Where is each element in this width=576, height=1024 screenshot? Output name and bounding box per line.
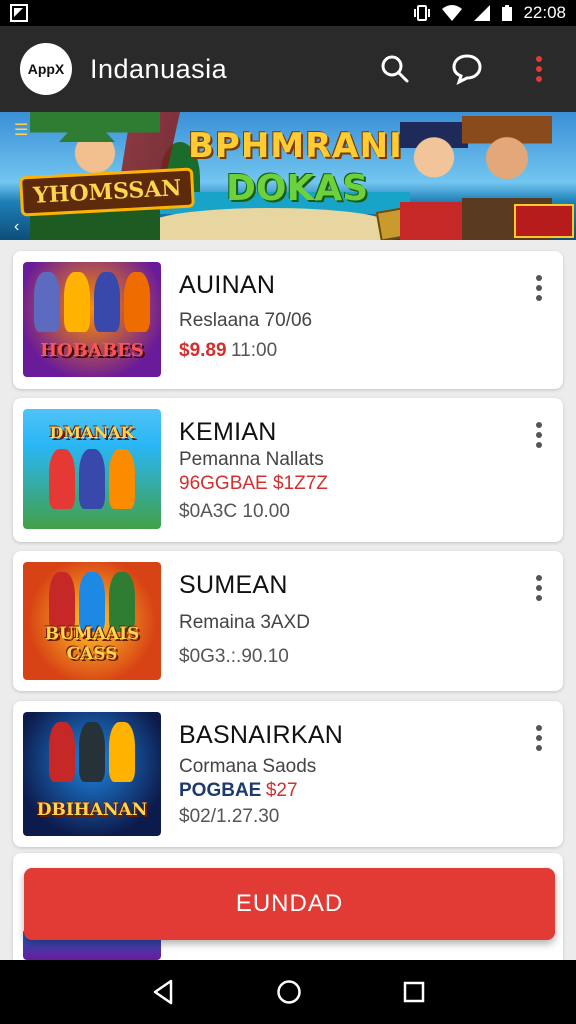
thumbnail-title: BUMAAIS CASS [44,624,140,664]
card-more-icon[interactable] [533,575,545,601]
game-subtitle: Remaina 3AXD [179,612,310,633]
vibrate-icon [414,5,431,21]
game-card[interactable]: HOBABES AUINAN Reslaana 70/06 $9.89 11:0… [13,251,563,389]
banner-sand [150,208,390,240]
banner-subheadline: DOKAS [226,168,369,209]
app-bar: AppX Indanuasia [0,26,576,112]
status-icons: 22:08 [413,3,566,23]
system-nav-bar [0,960,576,1024]
primary-action-button[interactable]: EUNDAD [24,868,555,940]
thumbnail-characters [23,449,161,519]
game-thumbnail: BUMAAIS CASS [23,562,161,680]
thumbnail-title: HOBABES [40,340,144,361]
thumbnail-title: DBIHANAN [36,800,148,820]
recents-icon[interactable] [403,981,425,1003]
chat-button[interactable] [450,52,484,86]
thumbnail-characters [23,272,161,342]
overflow-menu-button[interactable] [522,52,556,86]
card-more-icon[interactable] [533,275,545,301]
battery-icon [502,5,513,21]
game-promo: POGBAE [179,780,262,801]
game-promo: 96GGBAE $1Z7Z [179,473,328,494]
game-time: 11:00 [231,340,278,361]
thumbnail-characters [23,722,161,792]
card-more-icon[interactable] [533,422,545,448]
notification-icon [10,4,28,22]
banner-menu-icon: ☰ [14,122,29,139]
game-thumbnail: DBIHANAN [23,712,161,836]
app-title: Indanuasia [90,53,228,84]
search-icon [381,55,409,83]
home-icon[interactable] [276,979,302,1005]
promo-banner[interactable]: YHOMSSAN BPHMRANI DOKAS ☰ ‹ [0,112,576,240]
thumbnail-title: DMANAK [49,423,135,442]
game-price: $9.89 [179,340,227,361]
more-vert-icon [536,56,542,82]
game-subtitle: Reslaana 70/06 [179,310,313,331]
game-time: $0A3C 10.00 [179,501,290,522]
game-info: AUINAN Reslaana 70/06 $9.89 11:00 [179,271,523,362]
game-time: $02/1.27.30 [179,806,280,827]
game-info: KEMIAN Pemanna Nallats 96GGBAE $1Z7Z $0A… [179,418,523,523]
game-info: SUMEAN Remaina 3AXD $0G3.:.90.10 [179,571,523,668]
banner-prev-icon[interactable]: ‹ [14,218,19,236]
card-more-icon[interactable] [533,725,545,751]
search-button[interactable] [378,52,412,86]
game-info: BASNAIRKAN Cormana Saods POGBAE $27 $02/… [179,721,523,828]
game-card[interactable]: BUMAAIS CASS SUMEAN Remaina 3AXD $0G3.:.… [13,551,563,691]
app-logo[interactable]: AppX [20,43,72,95]
game-subtitle: Cormana Saods [179,756,317,777]
signal-icon [474,5,491,21]
banner-character-girl [400,122,468,240]
chat-bubble-icon [452,54,482,85]
game-name: BASNAIRKAN [179,721,344,749]
game-price-row: POGBAE $27 [179,780,523,802]
game-thumbnail: DMANAK [23,409,161,529]
app-logo-text: AppX [27,61,65,77]
game-name: AUINAN [179,271,276,299]
banner-headline: BPHMRANI [188,126,403,166]
back-icon[interactable] [151,979,175,1005]
app-actions [378,52,556,86]
game-price: $27 [265,780,298,801]
game-thumbnail: HOBABES [23,262,161,377]
status-bar: 22:08 [0,0,576,26]
wifi-icon [442,5,463,21]
clock: 22:08 [523,3,566,22]
game-price-row: $9.89 11:00 [179,340,523,362]
game-subtitle: Pemanna Nallats [179,449,324,470]
game-time: $0G3.:.90.10 [179,646,289,667]
game-name: KEMIAN [179,418,277,446]
banner-treasure-chest [514,204,574,238]
game-card[interactable]: DMANAK KEMIAN Pemanna Nallats 96GGBAE $1… [13,398,563,542]
game-card[interactable]: DBIHANAN BASNAIRKAN Cormana Saods POGBAE… [13,701,563,847]
game-name: SUMEAN [179,571,288,599]
